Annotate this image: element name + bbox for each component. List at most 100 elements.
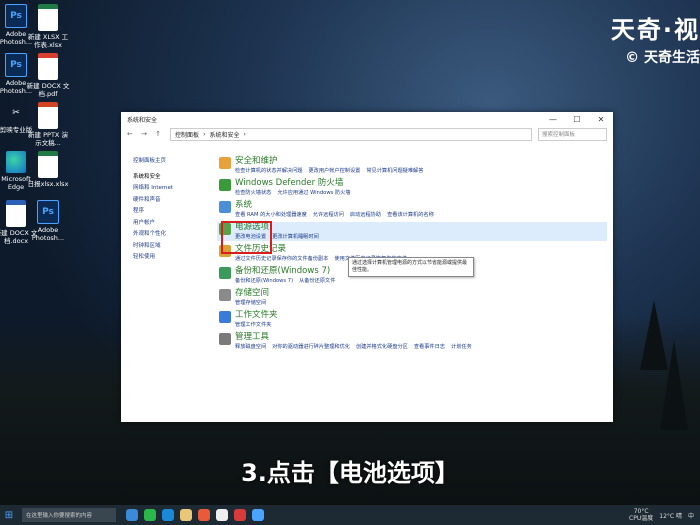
edge-icon <box>6 151 26 173</box>
category-item: Windows Defender 防火墙 检查防火墙状态 允许应用通过 Window… <box>217 178 607 197</box>
cpu-temp: 70°C <box>633 508 649 515</box>
task-link[interactable]: 从备份还原文件 <box>299 278 335 284</box>
desktop-icon[interactable]: 新建 XLSX 工作表.xlsx <box>26 4 70 49</box>
desktop-icon-label: 新建 PPTX 演示文稿... <box>28 131 68 147</box>
app-icon[interactable] <box>216 509 228 521</box>
category-title-link[interactable]: Windows Defender 防火墙 <box>235 178 607 189</box>
chevron-right-icon: › <box>243 130 246 138</box>
xl-icon <box>38 4 58 31</box>
minimize-button[interactable]: — <box>541 115 565 124</box>
task-link[interactable]: 更改用户帐户控制设置 <box>308 168 360 174</box>
desktop-icon[interactable]: 新建 DOCX 文档.pdf <box>26 53 70 98</box>
sidebar-item[interactable]: 外观和个性化 <box>133 229 213 241</box>
category-icon <box>219 267 231 279</box>
ps-icon: Ps <box>37 200 59 224</box>
sidebar-item[interactable]: 硬件和声音 <box>133 195 213 207</box>
task-link[interactable]: 通过文件历史记录保存你的文件备份副本 <box>235 256 328 262</box>
breadcrumb[interactable]: 控制面板 › 系统和安全 › <box>170 127 532 141</box>
task-link[interactable]: 备份和还原(Windows 7) <box>235 278 293 284</box>
address-bar: ← → ↑ 控制面板 › 系统和安全 › 搜索控制面板 <box>121 126 613 142</box>
app-icon[interactable] <box>126 509 138 521</box>
title-bar: 系统和安全 — ☐ ✕ <box>121 112 613 126</box>
category-title-link[interactable]: 存储空间 <box>235 288 607 299</box>
doc-icon: W <box>6 200 26 227</box>
task-link[interactable]: 允许应用通过 Windows 防火墙 <box>277 190 350 196</box>
app-icon[interactable] <box>234 509 246 521</box>
language-indicator[interactable]: 中 <box>688 511 694 520</box>
task-link[interactable]: 计划任务 <box>451 344 472 350</box>
capcut-icon: ✂ <box>12 108 20 118</box>
breadcrumb-item[interactable]: 系统和安全 <box>209 130 239 139</box>
weather[interactable]: 12°C 晴 <box>659 511 682 520</box>
task-link[interactable]: 允许远程访问 <box>313 212 344 218</box>
category-item: 存储空间 管理存储空间 <box>217 288 607 307</box>
sidebar-item[interactable]: 时钟和区域 <box>133 241 213 253</box>
sidebar-item[interactable]: 程序 <box>133 206 213 218</box>
breadcrumb-item[interactable]: 控制面板 <box>175 130 199 139</box>
taskbar-search-input[interactable]: 在这里输入你要搜索的内容 <box>22 508 116 522</box>
category-icon <box>219 311 231 323</box>
category-item: 系统 查看 RAM 的大小和处理器速度 允许远程访问 启动远程协助 查看该计算机的名称 <box>217 200 607 219</box>
task-link[interactable]: 释放磁盘空间 <box>235 344 266 350</box>
task-link[interactable]: 创建并格式化硬盘分区 <box>356 344 408 350</box>
app-icon[interactable] <box>198 509 210 521</box>
app-icon[interactable] <box>252 509 264 521</box>
category-title-link[interactable]: 电源选项 <box>235 222 607 233</box>
category-title-link[interactable]: 安全和维护 <box>235 156 607 167</box>
task-link[interactable]: 查看事件日志 <box>414 344 445 350</box>
sidebar-item[interactable]: 系统和安全 <box>133 172 213 184</box>
desktop-icon-label: 新建 DOCX 文档.pdf <box>26 82 70 98</box>
category-title-link[interactable]: 工作文件夹 <box>235 310 607 321</box>
cpu-temp-label: CPU温度 <box>629 515 654 522</box>
desktop-icon[interactable]: Ps Adobe Photosh... <box>26 200 70 242</box>
task-link[interactable]: 启动远程协助 <box>350 212 381 218</box>
desktop-icon[interactable]: 日报xlsx.xlsx <box>26 151 70 188</box>
maximize-button[interactable]: ☐ <box>565 115 589 124</box>
desktop-icon[interactable]: 新建 PPTX 演示文稿... <box>26 102 70 147</box>
sidebar-item[interactable]: 用户帐户 <box>133 218 213 230</box>
task-link[interactable]: 常见计算机问题疑难解答 <box>366 168 423 174</box>
task-link[interactable]: 对你的驱动器进行碎片整理和优化 <box>272 344 350 350</box>
category-item: 工作文件夹 管理工作文件夹 <box>217 310 607 329</box>
task-link[interactable]: 更改计算机睡眠时间 <box>272 234 319 240</box>
category-title-link[interactable]: 系统 <box>235 200 607 211</box>
taskbar: ⊞ 在这里输入你要搜索的内容 70°C CPU温度 12°C 晴 中 <box>0 505 700 525</box>
sidebar-item[interactable]: 控制面板主页 <box>133 156 213 168</box>
sidebar-item[interactable]: 网络和 Internet <box>133 183 213 195</box>
task-link[interactable]: 检查计算机的状态并解决问题 <box>235 168 302 174</box>
windows-start-icon[interactable]: ⊞ <box>0 510 18 521</box>
task-link[interactable]: 管理存储空间 <box>235 300 266 306</box>
app-icon[interactable] <box>180 509 192 521</box>
close-button[interactable]: ✕ <box>589 115 613 124</box>
taskbar-apps <box>126 509 264 521</box>
tooltip: 通过选择计算机管理电源的方式以节省能源或提供最佳性能。 <box>348 257 474 277</box>
window-title: 系统和安全 <box>127 116 158 124</box>
brand-line2: © 天奇生活 <box>625 50 700 66</box>
sidebar-item[interactable]: 轻松使用 <box>133 252 213 264</box>
desktop-icon-label: 新建 XLSX 工作表.xlsx <box>27 33 69 49</box>
tree-silhouette <box>660 340 688 430</box>
category-icon <box>219 179 231 191</box>
category-icon <box>219 333 231 345</box>
task-link[interactable]: 查看该计算机的名称 <box>387 212 434 218</box>
nav-buttons[interactable]: ← → ↑ <box>127 130 164 138</box>
caption: 3.点击【电池选项】 <box>241 459 459 487</box>
category-item: 管理工具 释放磁盘空间 对你的驱动器进行碎片整理和优化 创建并格式化硬盘分区 查看事件日… <box>217 332 607 351</box>
ps-icon: Ps <box>5 53 27 77</box>
task-link[interactable]: 查看 RAM 的大小和处理器速度 <box>235 212 307 218</box>
system-tray: 70°C CPU温度 12°C 晴 中 <box>629 508 700 522</box>
highlight-box <box>221 221 272 254</box>
category-title-link[interactable]: 文件历史记录 <box>235 244 607 255</box>
app-icon[interactable] <box>144 509 156 521</box>
task-link[interactable]: 检查防火墙状态 <box>235 190 271 196</box>
watermark-brand: 天奇·视 © 天奇生活 <box>611 10 700 67</box>
pdf-icon <box>38 53 58 80</box>
search-input[interactable]: 搜索控制面板 <box>538 127 607 141</box>
category-icon <box>219 289 231 301</box>
app-icon[interactable] <box>162 509 174 521</box>
task-link[interactable]: 管理工作文件夹 <box>235 322 271 328</box>
brand-line1: 天奇·视 <box>610 16 700 44</box>
category-item: 电源选项 更改电池设置 更改计算机睡眠时间 <box>217 222 607 241</box>
category-icon <box>219 157 231 169</box>
category-title-link[interactable]: 管理工具 <box>235 332 607 343</box>
